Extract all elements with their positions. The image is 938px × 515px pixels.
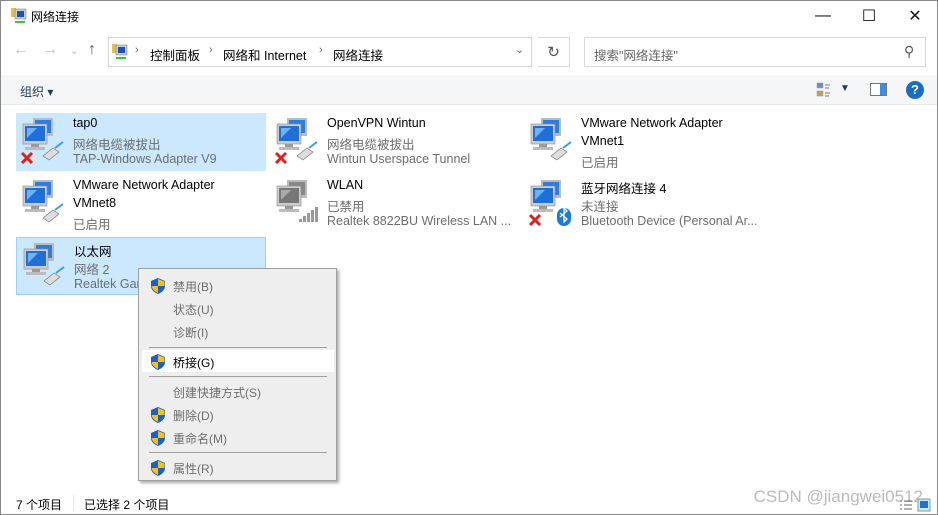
selected-count: 已选择 2 个项目 <box>84 498 170 512</box>
help-icon[interactable]: ? <box>906 81 924 99</box>
item-name: OpenVPN Wintun <box>327 116 426 130</box>
view-dropdown-icon[interactable]: ▼ <box>840 83 850 94</box>
command-bar: 组织 ▾ ▼ ? <box>1 75 937 105</box>
item-status: VMnet1 <box>581 134 625 148</box>
network-adapter-disconnected-icon <box>274 117 318 164</box>
item-name: VMware Network Adapter <box>581 116 723 130</box>
network-adapter-disconnected-icon <box>20 117 64 164</box>
connection-vmnet1[interactable]: VMware Network Adapter VMnet1 已启用 <box>524 113 774 171</box>
details-view-icon[interactable] <box>899 499 913 511</box>
item-status: 已禁用 <box>327 200 365 214</box>
uac-shield-icon <box>151 354 165 370</box>
address-bar[interactable]: › 控制面板 › 网络和 Internet › 网络连接 ⌄ <box>108 37 532 67</box>
context-menu: 禁用(B) 状态(U) 诊断(I) 桥接(G) 创建快捷方式(S) 删除(D) … <box>138 268 337 481</box>
item-device: Wintun Userspace Tunnel <box>327 152 471 166</box>
back-arrow-icon[interactable]: ← <box>13 41 29 59</box>
forward-arrow-icon[interactable]: → <box>42 41 58 59</box>
menu-item-rename[interactable]: 重命名(M) <box>142 426 334 448</box>
search-icon: ⚲ <box>904 43 915 59</box>
control-panel-icon <box>112 44 128 59</box>
preview-pane-icon[interactable] <box>870 83 887 96</box>
item-name: 以太网 <box>74 245 112 259</box>
uac-shield-icon <box>151 407 165 423</box>
watermark: CSDN @jiangwei0512 <box>753 487 923 506</box>
minimize-button[interactable]: — <box>800 1 846 31</box>
item-status: VMnet8 <box>73 196 117 210</box>
item-name: 蓝牙网络连接 4 <box>581 182 667 196</box>
organize-menu[interactable]: 组织 ▾ <box>20 83 53 100</box>
connection-tap0[interactable]: tap0 网络电缆被拔出 TAP-Windows Adapter V9 <box>16 113 266 171</box>
breadcrumb-network-internet[interactable]: 网络和 Internet <box>223 45 306 64</box>
breadcrumb-network-connections[interactable]: 网络连接 <box>333 45 383 64</box>
menu-item-delete[interactable]: 删除(D) <box>142 403 334 425</box>
recent-chevron-icon[interactable]: ⌄ <box>70 46 78 57</box>
menu-item-status[interactable]: 状态(U) <box>142 297 334 319</box>
connection-vmnet8[interactable]: VMware Network Adapter VMnet8 已启用 <box>16 175 266 233</box>
refresh-button[interactable]: ↻ <box>538 37 570 67</box>
large-icons-view-icon[interactable] <box>917 498 931 512</box>
menu-item-create-shortcut[interactable]: 创建快捷方式(S) <box>142 380 334 402</box>
connection-openvpn-wintun[interactable]: OpenVPN Wintun 网络电缆被拔出 Wintun Userspace … <box>270 113 520 171</box>
view-options-icon[interactable] <box>816 82 832 98</box>
item-device: Bluetooth Device (Personal Ar... <box>581 214 758 228</box>
item-status: 网络电缆被拔出 <box>327 138 415 152</box>
item-device: 已启用 <box>581 156 619 170</box>
chevron-down-icon[interactable]: ⌄ <box>515 43 524 56</box>
item-status: 未连接 <box>581 200 619 214</box>
menu-item-bridge[interactable]: 桥接(G) <box>142 350 334 372</box>
menu-item-properties[interactable]: 属性(R) <box>142 456 334 478</box>
chevron-right-icon: › <box>319 44 323 56</box>
menu-separator <box>149 376 327 377</box>
item-device: Realtek 8822BU Wireless LAN ... <box>327 214 512 228</box>
chevron-right-icon: › <box>135 44 139 56</box>
network-adapter-icon <box>22 179 64 223</box>
item-device: 已启用 <box>73 218 111 232</box>
wifi-adapter-disabled-icon <box>276 179 318 222</box>
uac-shield-icon <box>151 460 165 476</box>
item-name: VMware Network Adapter <box>73 178 215 192</box>
status-divider <box>73 495 74 511</box>
close-button[interactable]: ✕ <box>892 1 938 31</box>
menu-separator <box>149 452 327 453</box>
search-input[interactable]: 搜索"网络连接" <box>584 37 926 67</box>
uac-shield-icon <box>151 278 165 294</box>
bluetooth-adapter-icon <box>528 179 571 226</box>
up-arrow-icon[interactable]: ↑ <box>88 41 96 59</box>
window-title: 网络连接 <box>31 10 80 24</box>
menu-item-disable[interactable]: 禁用(B) <box>142 274 334 296</box>
item-name: WLAN <box>327 178 364 192</box>
uac-shield-icon <box>151 430 165 446</box>
network-connections-icon <box>11 8 27 23</box>
network-adapter-icon <box>23 242 65 286</box>
network-adapter-icon <box>530 117 572 161</box>
connection-bluetooth[interactable]: 蓝牙网络连接 4 未连接 Bluetooth Device (Personal … <box>524 175 774 233</box>
item-device: TAP-Windows Adapter V9 <box>73 152 217 166</box>
connection-wlan[interactable]: WLAN 已禁用 Realtek 8822BU Wireless LAN ... <box>270 175 520 233</box>
item-name: tap0 <box>73 116 98 130</box>
breadcrumb-control-panel[interactable]: 控制面板 <box>150 45 200 64</box>
menu-item-diagnose[interactable]: 诊断(I) <box>142 320 334 342</box>
menu-separator <box>149 347 327 348</box>
item-count: 7 个项目 <box>16 498 63 512</box>
chevron-right-icon: › <box>209 44 213 56</box>
item-status: 网络电缆被拔出 <box>73 138 161 152</box>
maximize-button[interactable]: ☐ <box>846 1 892 31</box>
